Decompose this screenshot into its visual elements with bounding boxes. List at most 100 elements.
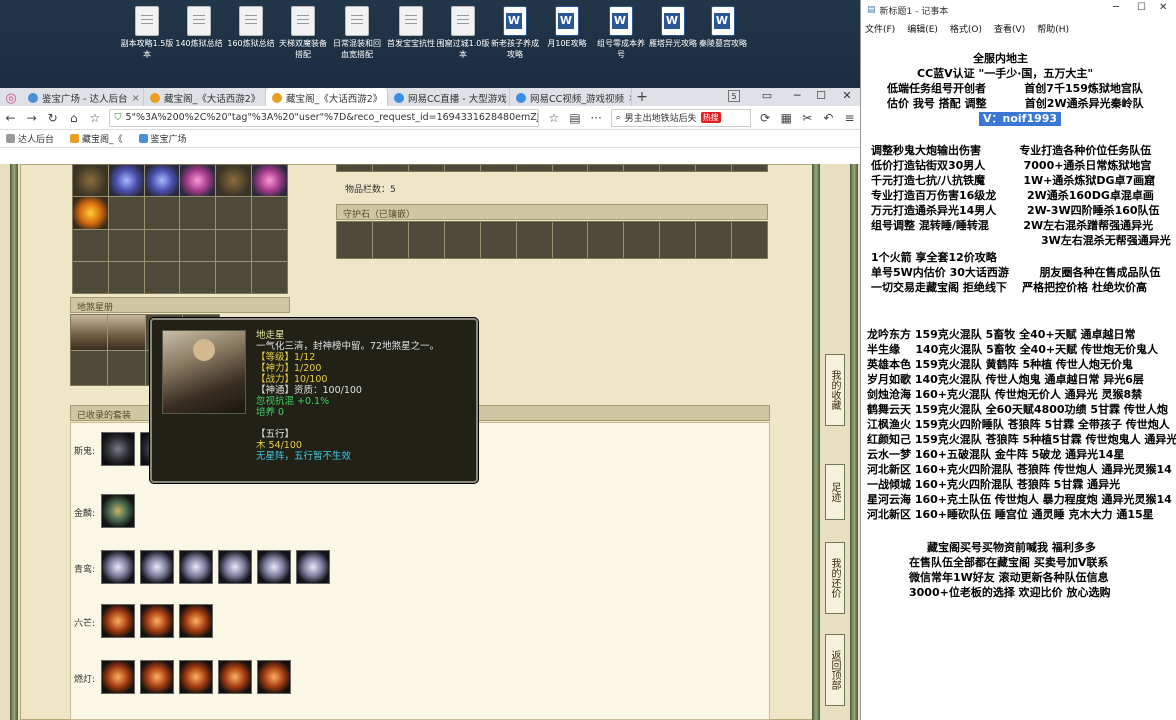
item-slot[interactable] [108, 165, 144, 197]
item-slot[interactable] [252, 165, 287, 197]
apps-icon[interactable]: ▦ [780, 111, 793, 125]
item-slot[interactable] [252, 229, 287, 261]
np-maximize-button[interactable]: ☐ [1137, 2, 1146, 13]
item-slot[interactable] [372, 165, 408, 171]
item-slot[interactable] [408, 165, 444, 171]
set-equipment-icon[interactable] [257, 660, 291, 694]
item-slot[interactable] [180, 229, 216, 261]
search-bar[interactable]: ⌕ 男主出地铁站后失 热搜 [610, 108, 751, 127]
item-slot[interactable] [73, 229, 108, 261]
item-slot[interactable] [108, 261, 144, 293]
browser-tab[interactable]: 鉴宝广场 - 达人后台 × [22, 88, 144, 106]
item-slot[interactable] [71, 315, 108, 350]
desktop-icon[interactable]: W 雁塔异光攻略 [646, 6, 700, 49]
desktop-icon[interactable]: W 月10E攻略 [540, 6, 594, 49]
item-slot[interactable] [180, 197, 216, 229]
maximize-button[interactable]: ☐ [812, 88, 830, 104]
desktop-icon[interactable]: 围窟过城1.0版本 [436, 6, 490, 60]
item-slot[interactable] [71, 350, 108, 385]
item-slot[interactable] [216, 261, 252, 293]
desktop-icon[interactable]: W 秦陵墓宫攻略 [696, 6, 750, 49]
notepad-menu-item[interactable]: 格式(O) [950, 22, 982, 35]
tab-close-icon[interactable]: × [131, 93, 139, 104]
star-outline-icon[interactable]: ☆ [88, 111, 101, 125]
item-slot[interactable] [480, 165, 516, 171]
back-icon[interactable]: ← [4, 111, 17, 125]
desktop-icon[interactable]: W 组号零成本养号 [594, 6, 648, 60]
item-slot[interactable] [480, 222, 516, 258]
forward-icon[interactable]: → [25, 111, 38, 125]
item-slot[interactable] [180, 261, 216, 293]
more-icon[interactable]: ··· [590, 111, 603, 125]
tab-list-icon[interactable]: ▭ [758, 88, 776, 104]
item-slot[interactable] [337, 165, 372, 171]
browser-tab[interactable]: 网易CC直播 - 大型游戏× [388, 88, 510, 106]
set-equipment-icon[interactable] [101, 432, 135, 466]
item-slot[interactable] [144, 229, 180, 261]
item-slot[interactable] [144, 197, 180, 229]
minimize-button[interactable]: ─ [788, 88, 806, 104]
reload-icon[interactable]: ↻ [46, 111, 59, 125]
item-slot[interactable] [588, 222, 624, 258]
item-slot[interactable] [108, 229, 144, 261]
url-bar[interactable]: ⛉ 5"%3A%200%2C%20"tag"%3A%20"user"%7D&re… [109, 108, 540, 127]
item-slot[interactable] [444, 165, 480, 171]
set-equipment-icon[interactable] [101, 550, 135, 584]
item-slot[interactable] [108, 197, 144, 229]
scissors-icon[interactable]: ✂ [801, 111, 814, 125]
item-slot[interactable] [372, 222, 408, 258]
item-slot[interactable] [73, 197, 108, 229]
notepad-menu-item[interactable]: 文件(F) [865, 22, 895, 35]
bookmark-item[interactable]: 鉴宝广场 [138, 132, 187, 145]
desktop-icon[interactable]: 日常混装和回血宽搭配 [330, 6, 384, 60]
item-slot[interactable] [252, 197, 287, 229]
reader-icon[interactable]: ▤ [568, 111, 581, 125]
set-equipment-icon[interactable] [218, 550, 252, 584]
notepad-menu-item[interactable]: 帮助(H) [1037, 22, 1069, 35]
set-equipment-icon[interactable] [101, 494, 135, 528]
set-equipment-icon[interactable] [218, 660, 252, 694]
item-slot[interactable] [337, 222, 372, 258]
side-button[interactable]: 足迹 [825, 464, 845, 520]
item-slot[interactable] [624, 222, 660, 258]
notepad-text[interactable]: 全服内地主 CC蓝V认证 "一手少·国，五万大主" 低端任务组号开创者 首创7千15… [861, 38, 1176, 720]
desktop-icon[interactable]: 140炼狱总结 [172, 6, 226, 49]
set-equipment-icon[interactable] [140, 660, 174, 694]
item-slot[interactable] [252, 261, 287, 293]
bookmark-item[interactable]: 达人后台 [6, 132, 54, 145]
desktop-icon[interactable]: 160炼狱总结 [224, 6, 278, 49]
item-slot[interactable] [73, 261, 108, 293]
item-slot[interactable] [552, 165, 588, 171]
item-slot[interactable] [108, 350, 145, 385]
item-slot[interactable] [216, 229, 252, 261]
desktop-icon[interactable]: 首发宝宝抗性 [384, 6, 438, 49]
refresh-icon[interactable]: ⟳ [759, 111, 772, 125]
notepad-menu-item[interactable]: 编辑(E) [907, 22, 938, 35]
item-slot[interactable] [660, 165, 696, 171]
desktop-icon[interactable]: W 新老孩子养成攻略 [488, 6, 542, 60]
item-slot[interactable] [144, 261, 180, 293]
item-slot[interactable] [696, 165, 732, 171]
browser-logo-icon[interactable]: ◎ [0, 91, 22, 106]
item-slot[interactable] [516, 165, 552, 171]
item-slot[interactable] [588, 165, 624, 171]
set-equipment-icon[interactable] [101, 660, 135, 694]
close-button[interactable]: ✕ [838, 88, 856, 104]
item-slot[interactable] [552, 222, 588, 258]
desktop-icon[interactable]: 天梯双魔装备搭配 [276, 6, 330, 60]
set-equipment-icon[interactable] [140, 550, 174, 584]
item-slot[interactable] [73, 165, 108, 197]
item-slot[interactable] [216, 165, 252, 197]
side-button[interactable]: 返回顶部 [825, 634, 845, 706]
np-close-button[interactable]: ✕ [1159, 2, 1167, 13]
item-slot[interactable] [144, 165, 180, 197]
browser-tab[interactable]: 藏宝阁_《大话西游2》× [266, 88, 388, 106]
desktop-icon[interactable]: 副本攻略1.5版本 [120, 6, 174, 60]
set-equipment-icon[interactable] [179, 604, 213, 638]
item-slot[interactable] [108, 315, 145, 350]
item-slot[interactable] [624, 165, 660, 171]
set-equipment-icon[interactable] [296, 550, 330, 584]
set-equipment-icon[interactable] [140, 604, 174, 638]
notepad-menu-item[interactable]: 查看(V) [994, 22, 1025, 35]
item-slot[interactable] [732, 165, 767, 171]
